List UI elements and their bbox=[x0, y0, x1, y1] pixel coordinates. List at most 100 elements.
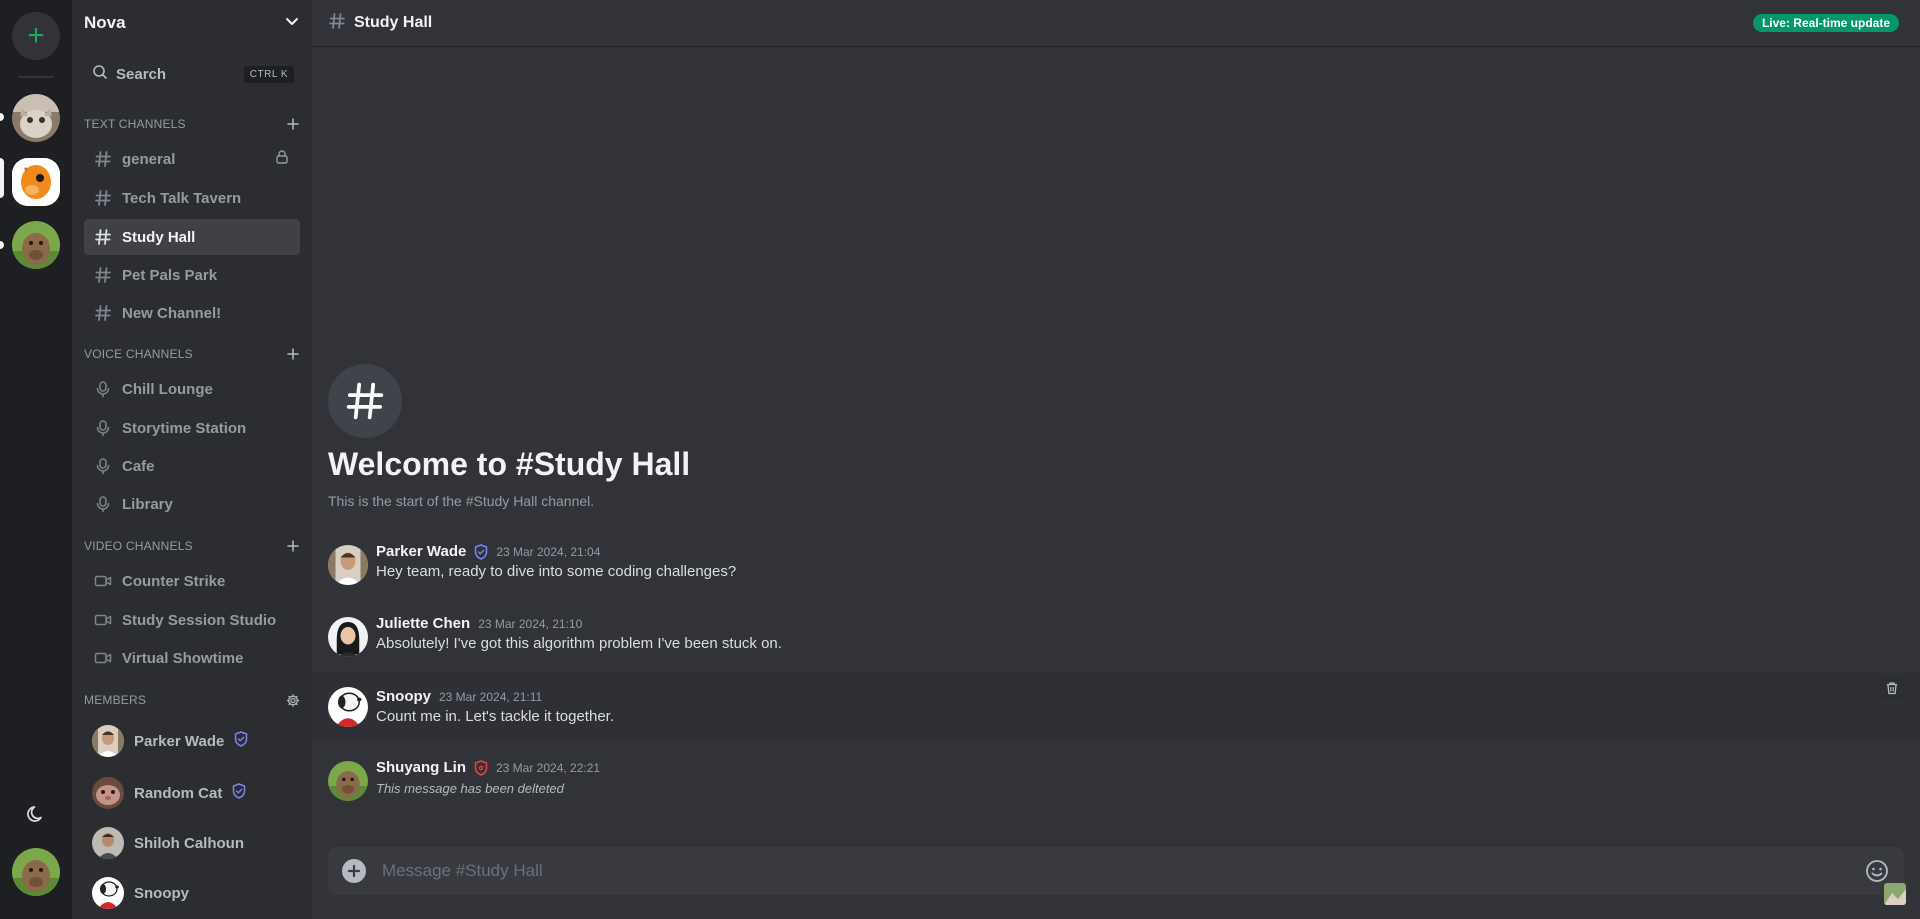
channel-label: general bbox=[122, 150, 176, 168]
avatar bbox=[92, 777, 124, 809]
message-header: Snoopy 23 Mar 2024, 21:11 bbox=[376, 688, 542, 705]
moderator-shield-icon bbox=[474, 543, 488, 560]
member-item-random-cat[interactable]: Random Cat bbox=[84, 771, 300, 815]
moderator-shield-icon bbox=[232, 782, 246, 804]
hash-icon bbox=[94, 150, 112, 168]
channel-item-counter-strike[interactable]: Counter Strike bbox=[84, 563, 300, 599]
channel-label: Tech Talk Tavern bbox=[122, 189, 242, 207]
server-active-pill bbox=[0, 158, 4, 198]
add-channel-plus-icon[interactable] bbox=[286, 347, 300, 361]
message-composer bbox=[328, 847, 1904, 895]
microphone-icon bbox=[94, 380, 112, 398]
channel-item-virtual-showtime[interactable]: Virtual Showtime bbox=[84, 640, 300, 676]
message-input[interactable] bbox=[382, 861, 1864, 881]
search-shortcut: CTRL K bbox=[243, 65, 294, 83]
microphone-icon bbox=[94, 457, 112, 475]
message-timestamp: 23 Mar 2024, 21:10 bbox=[478, 616, 583, 631]
emoji-icon[interactable] bbox=[1864, 858, 1890, 884]
channel-item-cafe[interactable]: Cafe bbox=[84, 448, 300, 484]
channel-item-study-session-studio[interactable]: Study Session Studio bbox=[84, 602, 300, 638]
message-item[interactable]: Snoopy 23 Mar 2024, 21:11 Count me in. L… bbox=[312, 672, 1920, 742]
page-title: Study Hall bbox=[354, 14, 433, 31]
avatar[interactable] bbox=[328, 761, 368, 801]
server-icon-capybara[interactable] bbox=[12, 221, 60, 269]
channel-label: Cafe bbox=[122, 457, 155, 475]
trash-icon[interactable] bbox=[1880, 676, 1904, 700]
add-channel-plus-icon[interactable] bbox=[286, 117, 300, 131]
section-title: VIDEO CHANNELS bbox=[84, 539, 193, 553]
channel-item-general[interactable]: general bbox=[84, 141, 300, 177]
message-item[interactable]: Parker Wade 23 Mar 2024, 21:04 Hey team,… bbox=[312, 535, 1920, 605]
message-item[interactable]: Shuyang Lin 23 Mar 2024, 22:21 This mess… bbox=[312, 751, 1920, 821]
channel-item-tech-talk-tavern[interactable]: Tech Talk Tavern bbox=[84, 180, 300, 216]
member-item-parker-wade[interactable]: Parker Wade bbox=[84, 719, 300, 763]
server-rail: + bbox=[0, 0, 72, 919]
message-header: Shuyang Lin 23 Mar 2024, 22:21 bbox=[376, 759, 600, 776]
channel-item-study-hall[interactable]: Study Hall bbox=[84, 219, 300, 255]
message-author[interactable]: Parker Wade bbox=[376, 543, 466, 560]
channel-label: Chill Lounge bbox=[122, 380, 213, 398]
avatar[interactable] bbox=[328, 545, 368, 585]
hash-icon bbox=[94, 266, 112, 284]
chat-area: Study Hall Live: Real-time update Welcom… bbox=[312, 0, 1920, 919]
channel-label: New Channel! bbox=[122, 304, 222, 322]
server-icon-cat[interactable] bbox=[12, 94, 60, 142]
message-text: Count me in. Let's tackle it together. bbox=[376, 708, 614, 725]
video-icon bbox=[94, 572, 112, 590]
add-attachment-button[interactable] bbox=[342, 859, 366, 883]
capybara-server-image bbox=[12, 221, 60, 269]
user-avatar[interactable] bbox=[12, 848, 60, 896]
video-channels-header: VIDEO CHANNELS bbox=[84, 537, 300, 555]
message-author[interactable]: Snoopy bbox=[376, 688, 431, 705]
members-header: MEMBERS bbox=[84, 691, 300, 709]
server-header[interactable]: Nova bbox=[72, 0, 312, 46]
message-header: Parker Wade 23 Mar 2024, 21:04 bbox=[376, 543, 600, 560]
search-icon bbox=[92, 64, 108, 85]
avatar[interactable] bbox=[328, 687, 368, 727]
moderator-shield-icon bbox=[234, 730, 248, 752]
welcome-subtitle: This is the start of the #Study Hall cha… bbox=[328, 493, 595, 509]
channel-item-storytime-station[interactable]: Storytime Station bbox=[84, 410, 300, 446]
server-name: Nova bbox=[84, 13, 126, 32]
avatar bbox=[92, 877, 124, 909]
add-channel-plus-icon[interactable] bbox=[286, 539, 300, 553]
channel-label: Counter Strike bbox=[122, 572, 226, 590]
nova-server-image bbox=[12, 158, 60, 206]
channel-item-library[interactable]: Library bbox=[84, 486, 300, 522]
channel-label: Library bbox=[122, 495, 173, 513]
channel-item-chill-lounge[interactable]: Chill Lounge bbox=[84, 371, 300, 407]
message-header: Juliette Chen 23 Mar 2024, 21:10 bbox=[376, 615, 582, 632]
server-icon-nova[interactable] bbox=[12, 158, 60, 206]
channel-label: Study Session Studio bbox=[122, 611, 277, 629]
channel-label: Pet Pals Park bbox=[122, 266, 218, 284]
member-name: Shiloh Calhoun bbox=[134, 834, 244, 852]
admin-shield-icon bbox=[474, 759, 488, 776]
channel-hash-icon bbox=[328, 364, 402, 438]
section-title: VOICE CHANNELS bbox=[84, 347, 193, 361]
member-item-snoopy[interactable]: Snoopy bbox=[84, 871, 300, 915]
message-text-deleted: This message has been delteted bbox=[376, 781, 564, 796]
member-item-shiloh-calhoun[interactable]: Shiloh Calhoun bbox=[84, 821, 300, 865]
avatar[interactable] bbox=[328, 617, 368, 657]
member-name: Parker Wade bbox=[134, 732, 225, 750]
message-text: Absolutely! I've got this algorithm prob… bbox=[376, 635, 782, 652]
channel-item-new-channel[interactable]: New Channel! bbox=[84, 295, 300, 331]
thumbnail-image[interactable] bbox=[1884, 883, 1906, 905]
message-author[interactable]: Shuyang Lin bbox=[376, 759, 466, 776]
welcome-title: Welcome to #Study Hall bbox=[328, 446, 691, 482]
rail-divider bbox=[18, 76, 54, 78]
search-button[interactable]: Search CTRL K bbox=[84, 60, 300, 88]
gear-icon[interactable] bbox=[286, 693, 300, 707]
cat-server-image bbox=[12, 94, 60, 142]
message-timestamp: 23 Mar 2024, 22:21 bbox=[496, 760, 601, 775]
section-title: MEMBERS bbox=[84, 693, 147, 707]
moon-icon[interactable] bbox=[22, 800, 50, 828]
microphone-icon bbox=[94, 495, 112, 513]
message-author[interactable]: Juliette Chen bbox=[376, 615, 470, 632]
add-server-button[interactable]: + bbox=[12, 12, 60, 60]
message-text: Hey team, ready to dive into some coding… bbox=[376, 563, 737, 580]
channel-item-pet-pals-park[interactable]: Pet Pals Park bbox=[84, 257, 300, 293]
search-label: Search bbox=[116, 65, 167, 83]
voice-channels-header: VOICE CHANNELS bbox=[84, 345, 300, 363]
message-item[interactable]: Juliette Chen 23 Mar 2024, 21:10 Absolut… bbox=[312, 607, 1920, 677]
